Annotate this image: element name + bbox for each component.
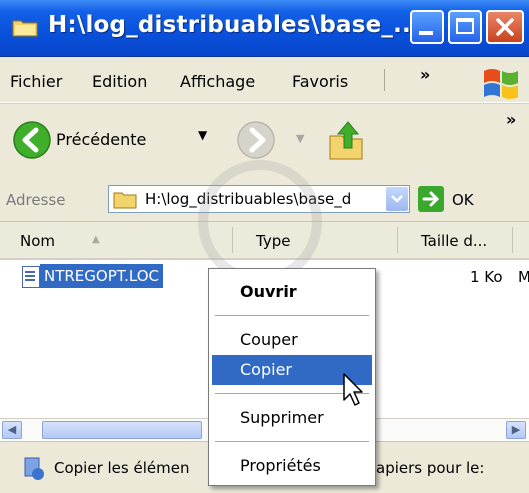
file-extra: M [518,268,529,286]
go-arrow-icon [422,191,440,207]
context-menu-cut[interactable]: Couper [212,325,372,355]
scroll-right-button[interactable]: ▶ [506,421,526,439]
chevron-down-icon [391,195,403,203]
close-icon [496,18,514,36]
go-label[interactable]: OK [452,191,474,209]
scroll-left-button[interactable]: ◀ [2,421,22,439]
column-separator[interactable] [397,227,398,253]
address-bar: Adresse H:\log_distribuables\base_d OK [0,179,529,222]
menu-affichage[interactable]: Affichage [180,72,255,91]
status-text-right: apiers pour le: [376,459,485,477]
back-dropdown-icon[interactable]: ▼ [198,128,207,142]
folder-icon [12,20,38,37]
toolbar-overflow-button[interactable]: » [506,110,516,129]
sort-ascending-icon: ▲ [92,234,100,245]
close-button[interactable] [486,10,524,44]
back-arrow-icon [13,121,51,159]
menu-separator [384,69,385,91]
context-menu-properties[interactable]: Propriétés [212,451,372,481]
column-separator[interactable] [512,227,513,253]
menu-favoris[interactable]: Favoris [292,72,348,91]
forward-arrow-icon[interactable] [236,120,276,160]
windows-logo-icon [484,69,518,99]
menu-separator [215,315,369,316]
column-separator[interactable] [232,227,233,253]
column-header-size[interactable]: Taille d... [421,232,487,250]
menu-edition[interactable]: Edition [92,72,147,91]
column-headers: Nom ▲ Type Taille d... [0,222,529,260]
column-header-name[interactable]: Nom [20,232,55,250]
address-value: H:\log_distribuables\base_d [145,190,352,208]
explorer-window: H:\log_distribuables\base_... Fichier Ed… [0,0,529,493]
scroll-thumb[interactable] [42,421,202,439]
folder-up-icon[interactable] [326,118,366,162]
address-dropdown-button[interactable] [386,187,408,211]
context-menu-open[interactable]: Ouvrir [212,277,372,307]
folder-icon [113,192,137,209]
status-text: Copier les élémen [54,459,190,477]
window-title: H:\log_distribuables\base_... [48,12,420,38]
menu-overflow-button[interactable]: » [420,65,430,84]
maximize-icon [456,18,474,34]
minimize-icon [419,31,433,35]
maximize-button[interactable] [448,10,482,44]
column-header-type[interactable]: Type [256,232,290,250]
mouse-pointer-icon [343,373,363,406]
status-icon [24,457,44,480]
title-bar[interactable]: H:\log_distribuables\base_... [0,0,529,57]
forward-dropdown-icon[interactable]: ▼ [296,132,304,145]
menu-bar: Fichier Edition Affichage Favoris » [0,57,529,103]
file-size: 1 Ko [470,268,503,286]
file-name[interactable]: NTREGOPT.LOC [40,264,164,288]
minimize-button[interactable] [410,10,444,44]
menu-fichier[interactable]: Fichier [10,72,62,91]
back-button[interactable]: Précédente ▼ [4,114,226,166]
toolbar: Précédente ▼ ▼ » [0,103,529,180]
go-button[interactable] [418,186,444,212]
address-label: Adresse [6,191,66,209]
back-button-label: Précédente [56,130,147,149]
address-input[interactable]: H:\log_distribuables\base_d [108,185,410,213]
menu-separator [215,441,369,442]
file-icon [22,266,40,288]
